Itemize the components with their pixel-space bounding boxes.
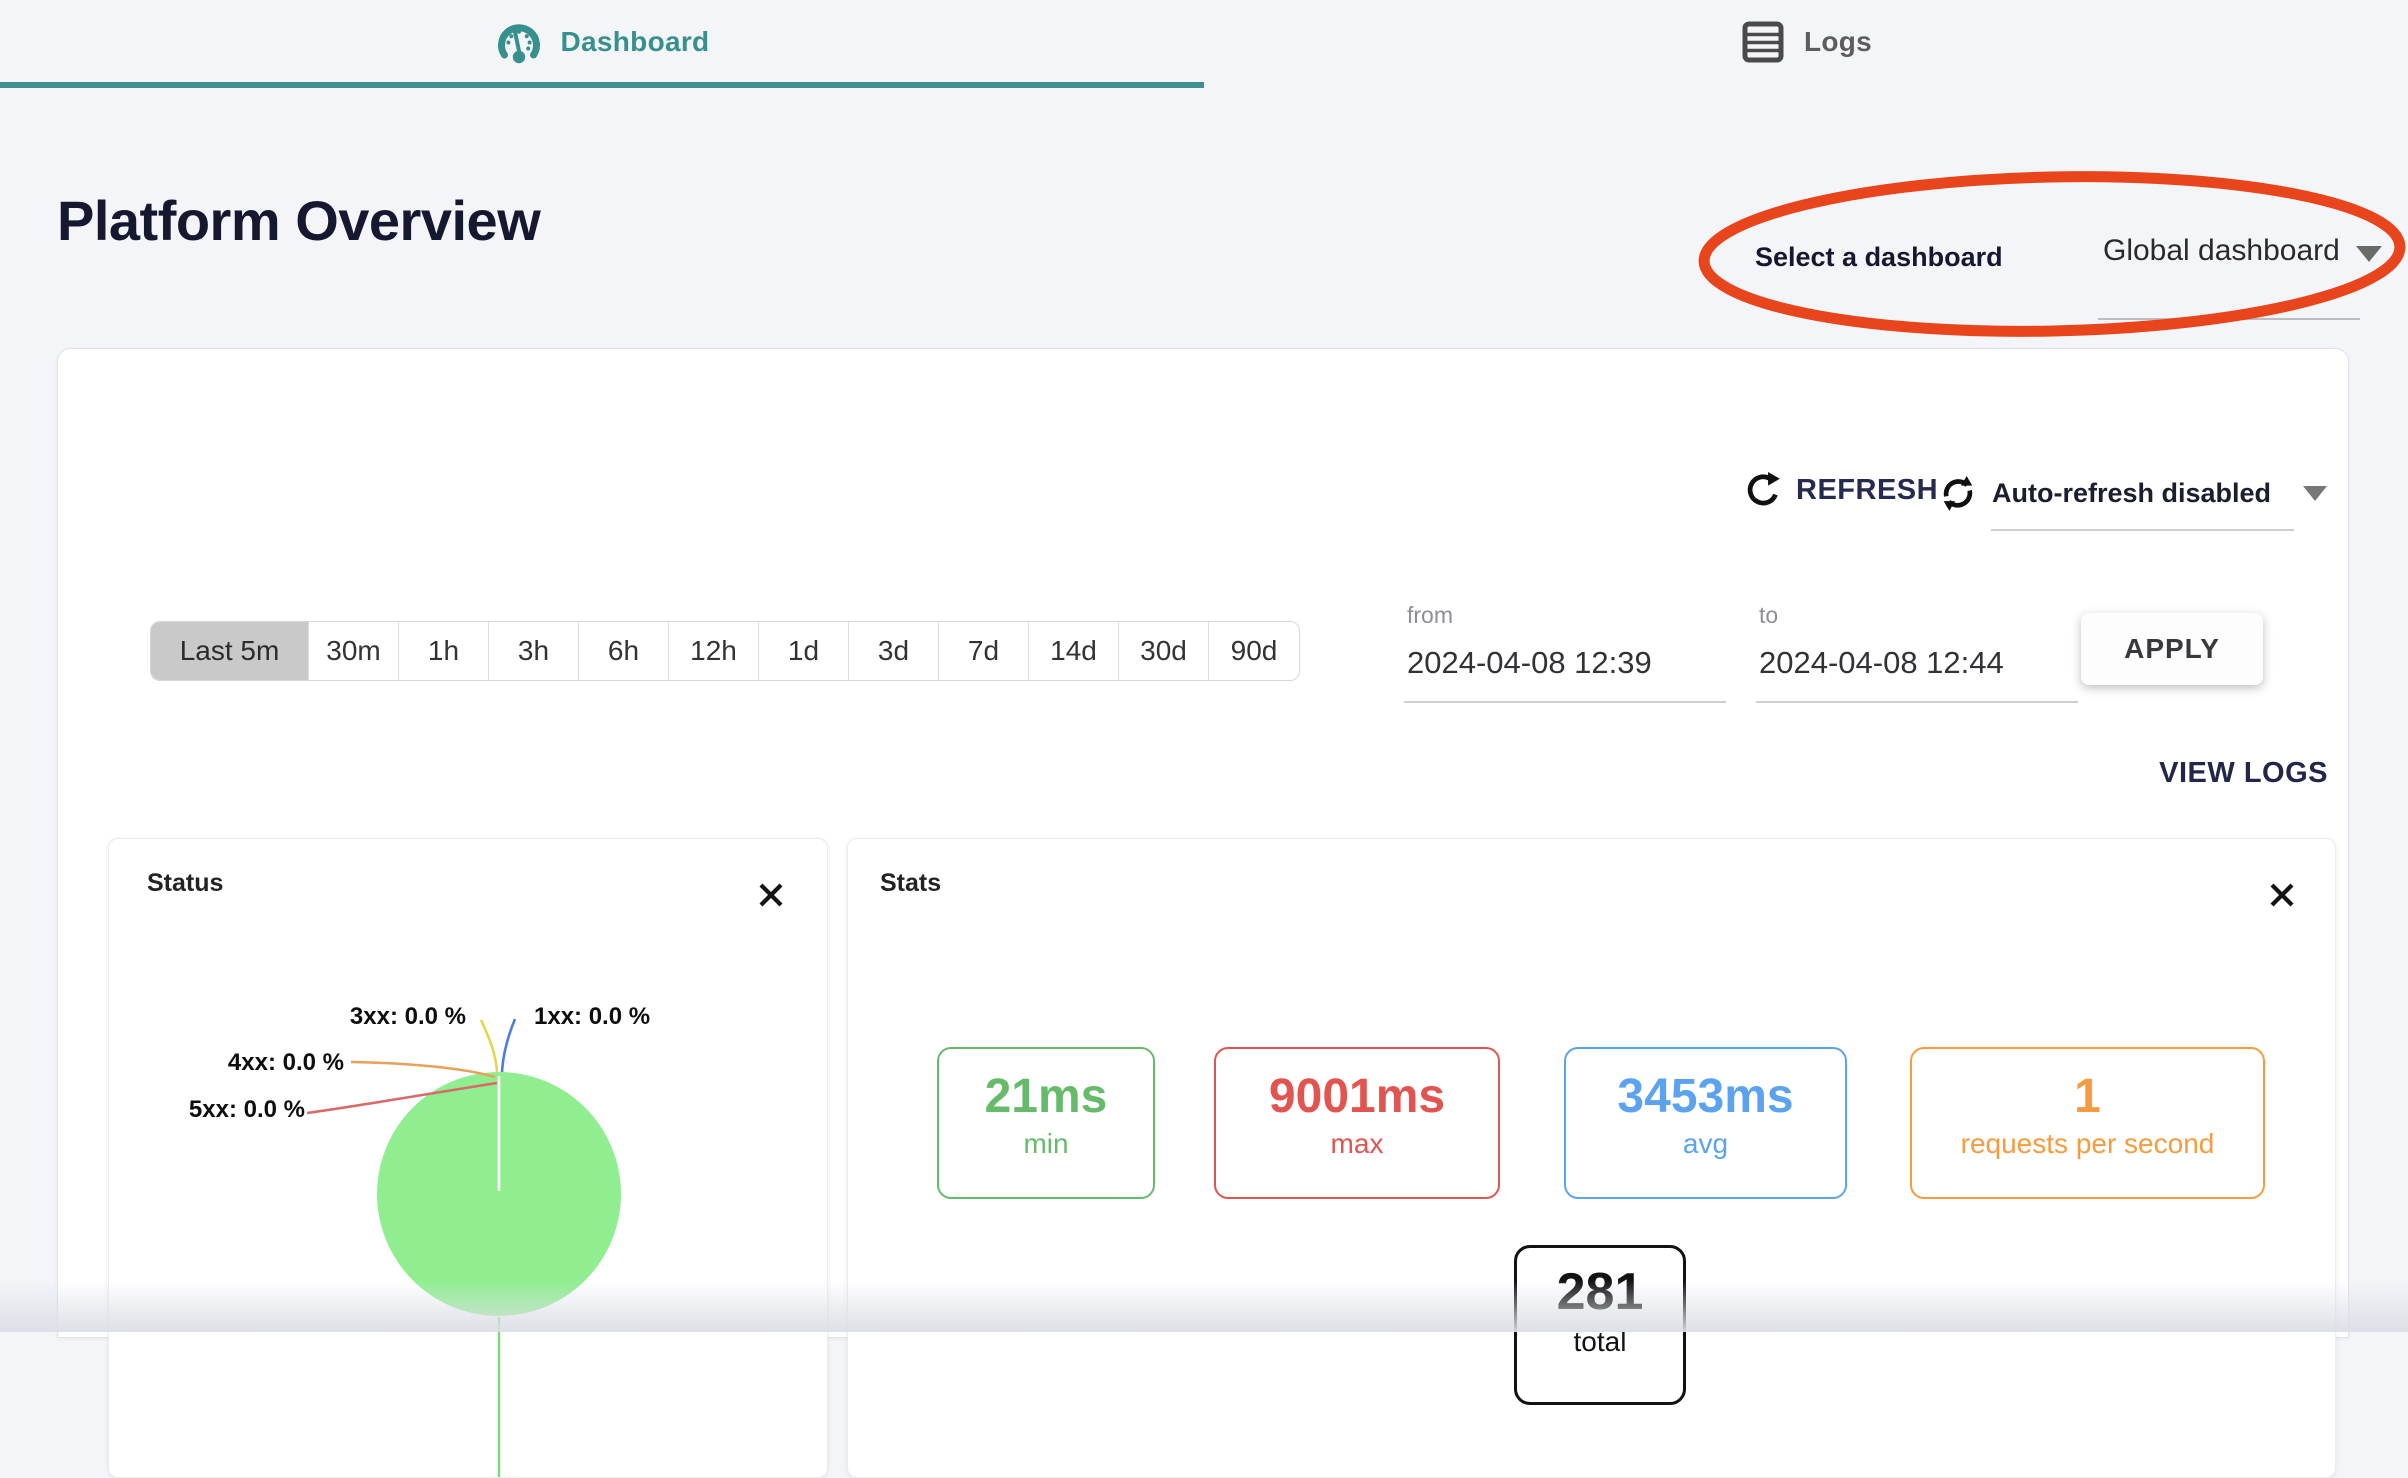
to-underline — [1756, 701, 2078, 703]
stat-rps-label: requests per second — [1912, 1128, 2263, 1160]
top-tab-bar: Dashboard Logs — [0, 0, 2408, 88]
tab-logs[interactable]: Logs — [1204, 0, 2408, 83]
refresh-icon — [1744, 471, 1782, 509]
time-range-7d[interactable]: 7d — [939, 622, 1029, 680]
to-date-input[interactable]: 2024-04-08 12:44 — [1759, 645, 2004, 681]
time-range-group: Last 5m 30m 1h 3h 6h 12h 1d 3d 7d 14d 30… — [150, 621, 1300, 681]
tab-logs-label: Logs — [1804, 26, 1872, 58]
dashboard-select-underline — [2098, 318, 2360, 320]
from-label: from — [1407, 602, 1453, 629]
time-range-1h[interactable]: 1h — [399, 622, 489, 680]
time-range-1d[interactable]: 1d — [759, 622, 849, 680]
stat-box-rps: 1 requests per second — [1910, 1047, 2265, 1199]
stats-widget: Stats 21ms min 9001ms max 3453ms avg 1 r… — [847, 838, 2336, 1478]
stats-widget-title: Stats — [880, 869, 941, 898]
chevron-down-icon[interactable] — [2356, 246, 2382, 262]
dashboard-select-label: Select a dashboard — [1755, 242, 2003, 273]
stat-box-total: 281 total — [1514, 1245, 1686, 1405]
from-date-input[interactable]: 2024-04-08 12:39 — [1407, 645, 1652, 681]
time-range-30d[interactable]: 30d — [1119, 622, 1209, 680]
pie-label-1xx: 1xx: 0.0 % — [534, 1003, 684, 1031]
tab-dashboard-label: Dashboard — [561, 26, 710, 58]
dashboard-select[interactable]: Global dashboard — [2103, 234, 2340, 268]
stat-max-label: max — [1216, 1128, 1498, 1160]
refresh-button[interactable]: REFRESH — [1744, 471, 1938, 509]
stat-box-avg: 3453ms avg — [1564, 1047, 1847, 1199]
chevron-down-icon — [2303, 486, 2327, 501]
auto-refresh-label: Auto-refresh disabled — [1992, 478, 2271, 509]
stat-min-label: min — [939, 1128, 1153, 1160]
stat-min-value: 21ms — [939, 1069, 1153, 1124]
view-logs-link[interactable]: VIEW LOGS — [2118, 757, 2328, 790]
time-range-last-5m[interactable]: Last 5m — [151, 622, 309, 680]
stat-total-value: 281 — [1517, 1262, 1683, 1322]
status-widget: Status 3xx: 0.0 % 1xx: 0.0 % 4xx: 0.0 % … — [108, 838, 828, 1478]
apply-button[interactable]: APPLY — [2081, 613, 2263, 685]
page-title: Platform Overview — [57, 188, 540, 253]
time-range-12h[interactable]: 12h — [669, 622, 759, 680]
time-range-3h[interactable]: 3h — [489, 622, 579, 680]
stat-total-label: total — [1517, 1326, 1683, 1358]
time-range-90d[interactable]: 90d — [1209, 622, 1299, 680]
tab-dashboard[interactable]: Dashboard — [0, 0, 1204, 83]
stat-avg-value: 3453ms — [1566, 1069, 1845, 1124]
active-tab-indicator — [0, 82, 1204, 88]
stat-max-value: 9001ms — [1216, 1069, 1498, 1124]
time-range-14d[interactable]: 14d — [1029, 622, 1119, 680]
time-range-3d[interactable]: 3d — [849, 622, 939, 680]
pie-label-5xx: 5xx: 0.0 % — [155, 1096, 305, 1124]
refresh-label: REFRESH — [1796, 474, 1938, 507]
time-range-6h[interactable]: 6h — [579, 622, 669, 680]
dashboard-panel: REFRESH Auto-refresh disabled Last 5m 30… — [57, 348, 2349, 1338]
dashboard-gauge-icon — [495, 18, 543, 66]
to-label: to — [1759, 602, 1778, 629]
pie-label-4xx: 4xx: 0.0 % — [194, 1049, 344, 1077]
logs-list-icon — [1740, 19, 1786, 65]
pie-label-3xx: 3xx: 0.0 % — [316, 1003, 466, 1031]
close-icon[interactable] — [2266, 879, 2298, 911]
auto-refresh-icon — [1938, 471, 1978, 515]
status-pie-chart — [109, 839, 829, 1477]
stat-box-max: 9001ms max — [1214, 1047, 1500, 1199]
stat-box-min: 21ms min — [937, 1047, 1155, 1199]
stat-rps-value: 1 — [1912, 1069, 2263, 1124]
auto-refresh-dropdown[interactable]: Auto-refresh disabled — [1938, 471, 2327, 515]
auto-refresh-underline — [1991, 529, 2294, 531]
from-underline — [1404, 701, 1726, 703]
stat-avg-label: avg — [1566, 1128, 1845, 1160]
time-range-30m[interactable]: 30m — [309, 622, 399, 680]
